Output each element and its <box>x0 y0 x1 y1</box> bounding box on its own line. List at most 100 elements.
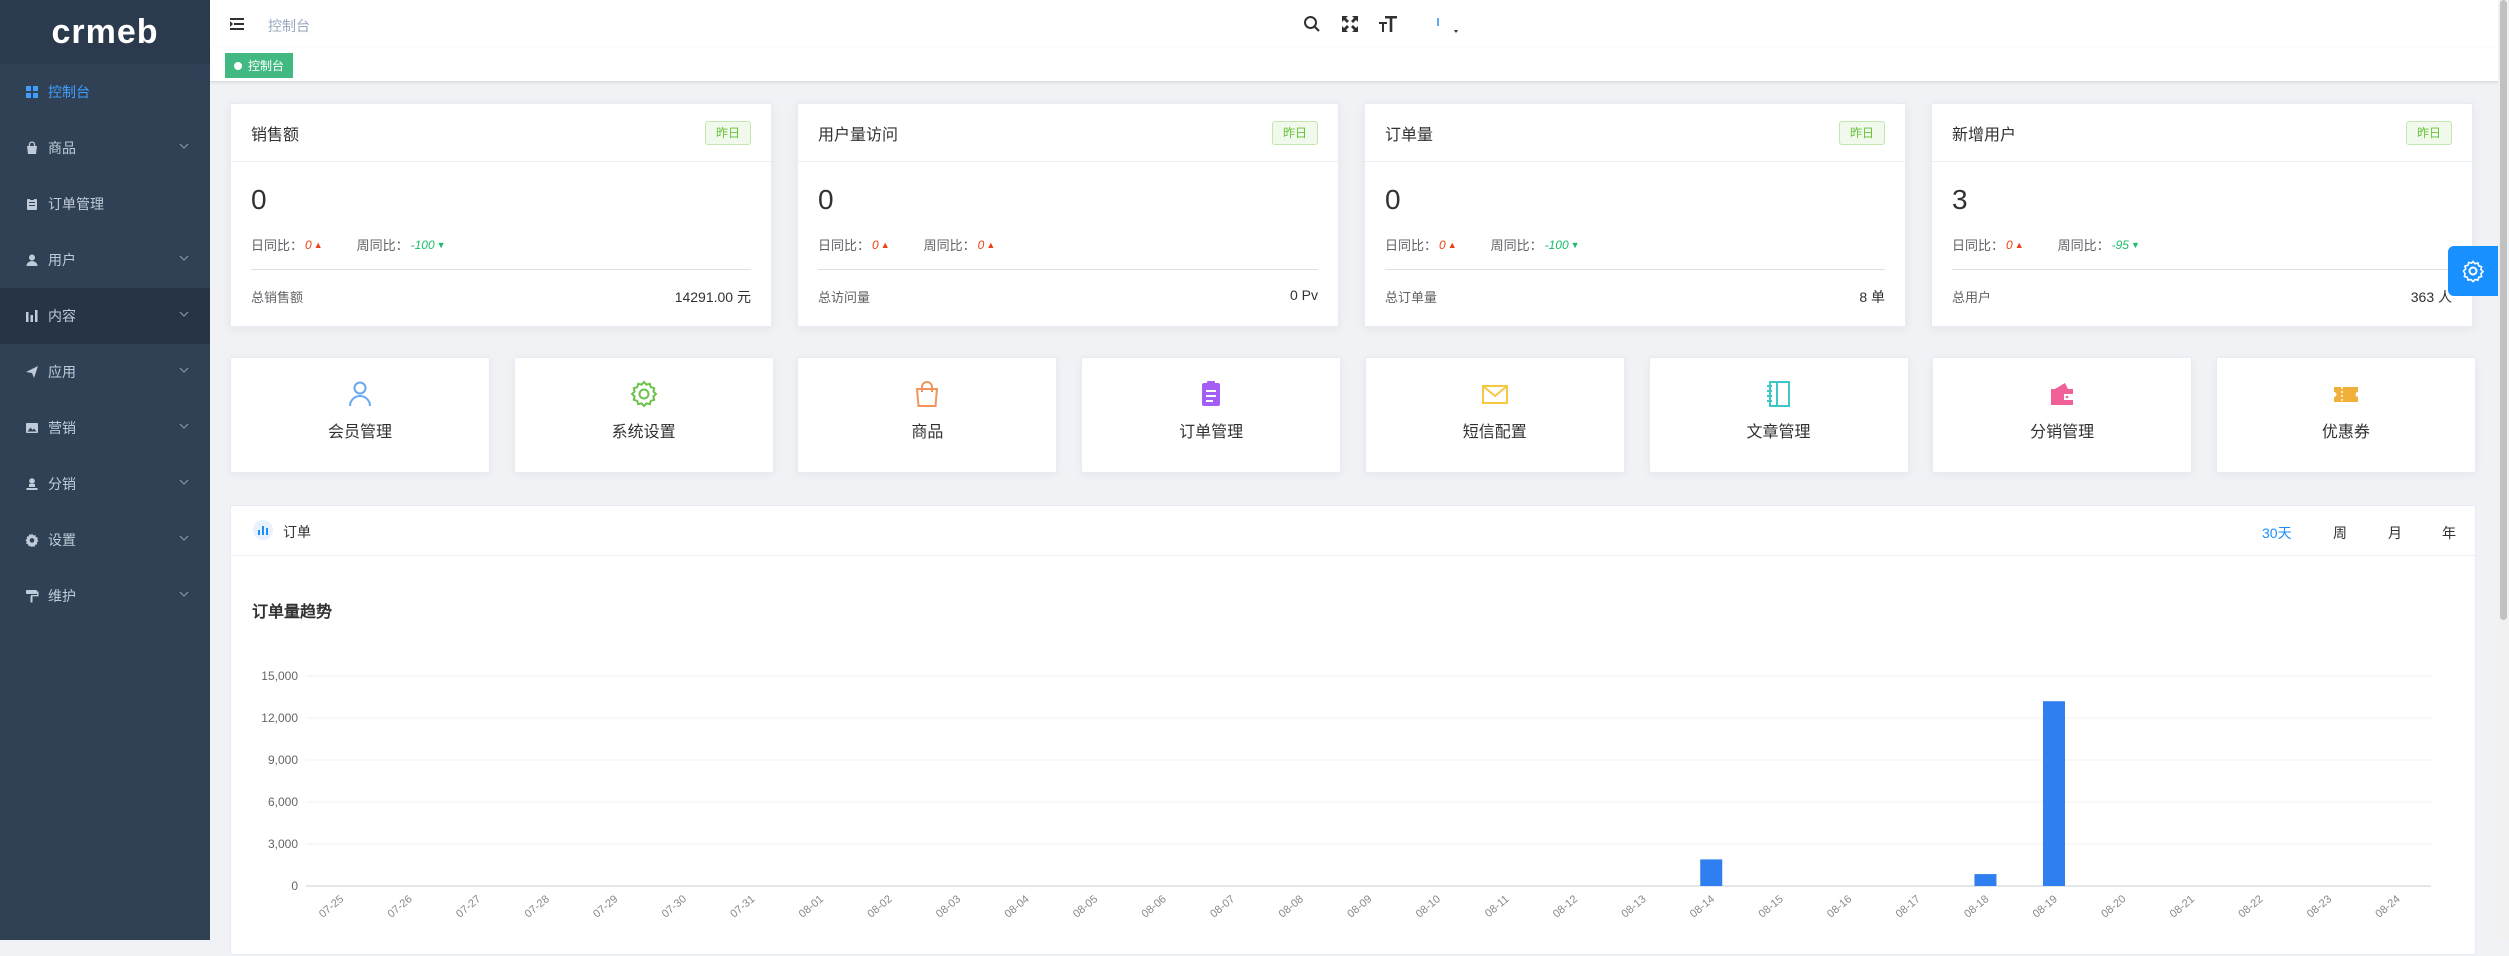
shortcut-card[interactable]: 会员管理 <box>230 357 490 473</box>
logo: crmeb <box>0 0 210 64</box>
y-tick-label: 3,000 <box>268 837 298 851</box>
stat-card-header: 订单量 昨日 <box>1365 104 1905 162</box>
chevron-down-icon <box>178 140 190 152</box>
settings-gear-icon <box>2462 260 2485 283</box>
total-value: 0 Pv <box>1289 287 1318 303</box>
floating-settings-button[interactable] <box>2448 246 2498 296</box>
sidebar-item-5[interactable]: 应用 <box>0 344 210 400</box>
search-icon[interactable] <box>1300 12 1324 36</box>
shopping-bag-icon <box>912 379 942 409</box>
shortcut-card[interactable]: 优惠券 <box>2215 357 2476 473</box>
x-tick-label: 07-31 <box>728 893 757 920</box>
sidebar-item-3[interactable]: 用户 <box>0 232 210 288</box>
sidebar-item-6[interactable]: 营销 <box>0 400 210 456</box>
bar-chart-icon <box>24 308 40 324</box>
shortcut-label: 优惠券 <box>2321 424 2370 441</box>
hamburger-menu-icon[interactable] <box>226 14 248 34</box>
shortcut-label: 分销管理 <box>2030 424 2095 441</box>
x-tick-label: 08-15 <box>1756 893 1785 920</box>
x-tick-label: 08-12 <box>1551 893 1580 920</box>
day-compare-value: 0 <box>872 237 879 252</box>
sidebar-item-label: 控制台 <box>48 84 90 100</box>
chevron-down-icon <box>178 588 190 600</box>
sidebar-item-label: 设置 <box>48 532 76 548</box>
page-scrollbar[interactable] <box>2498 0 2509 940</box>
shopping-bag-icon <box>24 140 40 156</box>
x-tick-label: 08-14 <box>1688 893 1717 920</box>
sidebar-item-label: 营销 <box>48 420 76 436</box>
chevron-down-icon <box>178 252 190 264</box>
stat-total: 总订单量 8 单 <box>1385 269 1885 307</box>
sidebar-item-0[interactable]: 控制台 <box>0 64 210 120</box>
day-compare-label: 日同比： <box>818 238 871 253</box>
navbar: 控制台 <box>210 0 2498 48</box>
total-label: 总访问量 <box>818 290 871 305</box>
x-tick-label: 08-16 <box>1825 893 1854 920</box>
week-compare-label: 周同比： <box>923 238 976 253</box>
wallet-icon <box>2047 379 2077 409</box>
stat-comparison: 日同比： 0 ▲ 周同比： -100 ▼ <box>251 235 480 254</box>
stat-total: 总访问量 0 Pv <box>818 269 1318 306</box>
week-compare-value: -95 <box>2111 237 2129 252</box>
shortcut-card[interactable]: 系统设置 <box>513 357 774 473</box>
x-tick-label: 08-11 <box>1483 893 1512 920</box>
sidebar-item-9[interactable]: 维护 <box>0 568 210 624</box>
member-icon <box>345 379 375 409</box>
shortcut-card[interactable]: 订单管理 <box>1081 357 1342 473</box>
shortcut-label: 会员管理 <box>327 424 392 441</box>
stat-total: 总销售额 14291.00 元 <box>251 269 751 307</box>
tag-dashboard[interactable]: 控制台 <box>225 53 294 78</box>
x-tick-label: 08-17 <box>1894 893 1923 920</box>
chevron-down-icon <box>178 308 190 320</box>
x-tick-label: 08-18 <box>1962 893 1991 920</box>
x-tick-label: 08-04 <box>1002 893 1031 920</box>
person-stamp-icon <box>24 476 40 492</box>
breadcrumb[interactable]: 控制台 <box>268 16 310 36</box>
chevron-down-icon <box>178 420 190 432</box>
order-chart-card: 订单 30天 周 月 年 订单量趋势 0 3,000 6,000 9,000 12,00… <box>230 505 2476 955</box>
avatar[interactable] <box>1428 12 1468 36</box>
x-tick-label: 08-10 <box>1414 893 1443 920</box>
total-value: 8 单 <box>1859 289 1885 305</box>
total-value: 363 人 <box>2410 289 2452 305</box>
x-tick-label: 07-29 <box>591 893 620 920</box>
stat-comparison: 日同比： 0 ▲ 周同比： -100 ▼ <box>1385 235 1614 254</box>
fullscreen-icon[interactable] <box>1338 12 1362 36</box>
sidebar-item-7[interactable]: 分销 <box>0 456 210 512</box>
stat-title: 销售额 <box>251 126 300 144</box>
sidebar: crmeb 控制台 商品 订单管理 用户 内容 应用 营销 分销 设置 维护 <box>0 0 210 940</box>
sidebar-item-4[interactable]: 内容 <box>0 288 210 344</box>
trend-up-icon: ▲ <box>986 239 996 250</box>
picture-icon <box>24 420 40 436</box>
settings-gear-icon <box>629 379 659 409</box>
sidebar-item-8[interactable]: 设置 <box>0 512 210 568</box>
stat-card: 订单量 昨日 0 日同比： 0 ▲ 周同比： -100 ▼ 总订单量 8 单 <box>1364 103 1906 327</box>
x-tick-label: 08-22 <box>2236 893 2265 920</box>
x-tick-label: 08-13 <box>1619 893 1648 920</box>
day-compare-label: 日同比： <box>251 238 304 253</box>
shortcut-label: 订单管理 <box>1179 424 1244 441</box>
y-tick-label: 9,000 <box>268 753 298 767</box>
day-compare-value: 0 <box>305 237 312 252</box>
stat-title: 新增用户 <box>1952 126 2017 144</box>
scrollbar-thumb[interactable] <box>2500 0 2507 620</box>
shortcut-card[interactable]: 商品 <box>797 357 1058 473</box>
sidebar-item-1[interactable]: 商品 <box>0 120 210 176</box>
day-compare-value: 0 <box>1439 237 1446 252</box>
shortcut-card[interactable]: 分销管理 <box>1932 357 2193 473</box>
x-tick-label: 08-01 <box>797 893 826 920</box>
x-tick-label: 07-28 <box>523 893 552 920</box>
trend-down-icon: ▼ <box>1570 239 1580 250</box>
stat-total: 总用户 363 人 <box>1952 269 2452 307</box>
shortcut-card[interactable]: 短信配置 <box>1364 357 1625 473</box>
bar <box>1974 874 1997 886</box>
chevron-down-icon <box>178 532 190 544</box>
font-size-icon[interactable] <box>1376 12 1400 36</box>
order-clipboard-icon <box>1196 379 1226 409</box>
stat-value: 0 <box>818 184 834 215</box>
x-tick-label: 08-23 <box>2305 893 2334 920</box>
shortcut-card[interactable]: 文章管理 <box>1648 357 1909 473</box>
day-compare-label: 日同比： <box>1952 238 2005 253</box>
paper-plane-icon <box>24 364 40 380</box>
sidebar-item-2[interactable]: 订单管理 <box>0 176 210 232</box>
